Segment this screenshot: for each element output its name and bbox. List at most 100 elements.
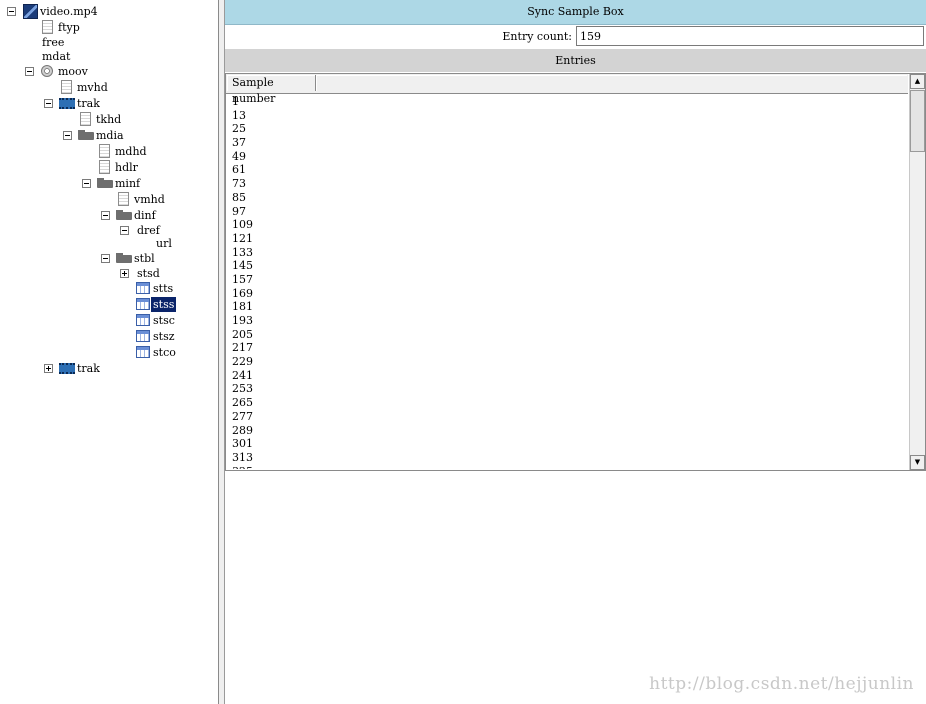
tree-node-label: mdhd (115, 145, 147, 158)
file-icon (42, 20, 53, 34)
tree-node-mdhd[interactable]: mdhd (99, 144, 209, 159)
table-row[interactable]: 169 (232, 287, 892, 301)
tree-node-ftyp[interactable]: ftyp (42, 20, 202, 35)
collapse-icon[interactable] (120, 226, 129, 235)
video-file-icon (23, 4, 38, 19)
box-tree-panel[interactable]: video.mp4 ftyp free mdat moov mvhd trak … (0, 0, 219, 704)
table-row[interactable]: 325 (232, 465, 892, 469)
table-row[interactable]: 49 (232, 150, 892, 164)
tree-node-label: trak (77, 97, 100, 110)
tree-node-vmhd[interactable]: vmhd (118, 192, 213, 207)
table-row[interactable]: 133 (232, 246, 892, 260)
scroll-thumb[interactable] (910, 90, 925, 152)
entries-header: Entries (225, 49, 926, 72)
tree-node-label: mvhd (77, 81, 108, 94)
table-row[interactable]: 301 (232, 437, 892, 451)
box-detail-panel: Sync Sample Box Entry count: Entries Sam… (225, 0, 926, 704)
tree-node-mdat[interactable]: mdat (40, 49, 200, 64)
folder-icon (116, 253, 132, 263)
tree-node-label: free (42, 36, 65, 49)
table-row[interactable]: 73 (232, 177, 892, 191)
tree-node-mvhd[interactable]: mvhd (61, 80, 211, 95)
table-row[interactable]: 193 (232, 314, 892, 328)
table-row[interactable]: 97 (232, 205, 892, 219)
tree-node-hdlr[interactable]: hdlr (99, 160, 209, 175)
tree-node-label: hdlr (115, 161, 138, 174)
table-icon (136, 330, 150, 342)
scroll-down-icon[interactable]: ▼ (910, 455, 925, 470)
table-row[interactable]: 205 (232, 328, 892, 342)
table-row[interactable]: 157 (232, 273, 892, 287)
table-row[interactable]: 253 (232, 382, 892, 396)
tree-node-moov[interactable]: moov (25, 64, 195, 79)
table-row[interactable]: 229 (232, 355, 892, 369)
collapse-icon[interactable] (82, 179, 91, 188)
tree-node-dinf[interactable]: dinf (101, 208, 211, 223)
table-row[interactable]: 61 (232, 163, 892, 177)
tree-node-url[interactable]: url (154, 236, 204, 251)
table-row[interactable]: 265 (232, 396, 892, 410)
tree-node-mdia[interactable]: mdia (63, 128, 213, 143)
tree-node-stco[interactable]: stco (136, 345, 206, 360)
collapse-icon[interactable] (63, 131, 72, 140)
expand-icon[interactable] (120, 269, 129, 278)
table-row[interactable]: 181 (232, 300, 892, 314)
tree-node-label: minf (115, 177, 141, 190)
folder-icon (97, 178, 113, 188)
table-row[interactable]: 145 (232, 259, 892, 273)
file-icon (99, 144, 110, 158)
table-row[interactable]: 13 (232, 109, 892, 123)
collapse-icon[interactable] (101, 254, 110, 263)
table-row[interactable]: 37 (232, 136, 892, 150)
entry-count-field[interactable] (576, 26, 924, 46)
table-row[interactable]: 313 (232, 451, 892, 465)
tree-node-label: dinf (134, 209, 156, 222)
table-row[interactable]: 1 (232, 95, 892, 109)
vertical-scrollbar[interactable]: ▲ ▼ (909, 74, 925, 470)
film-icon (59, 98, 75, 109)
tree-node-label: stbl (134, 252, 155, 265)
folder-icon (116, 210, 132, 220)
column-header-sample-number[interactable]: Sample number (227, 75, 316, 105)
disc-icon (41, 65, 53, 77)
table-row[interactable]: 241 (232, 369, 892, 383)
tree-node-label-selected: stss (151, 297, 177, 312)
tree-node-video-mp4[interactable]: video.mp4 (7, 4, 207, 19)
tree-node-label: stts (153, 282, 174, 295)
table-header: Sample number (226, 74, 908, 105)
tree-node-tkhd[interactable]: tkhd (80, 112, 210, 127)
expand-icon[interactable] (44, 364, 53, 373)
tree-node-minf[interactable]: minf (82, 176, 212, 191)
collapse-icon[interactable] (7, 7, 16, 16)
collapse-icon[interactable] (25, 67, 34, 76)
table-row[interactable]: 217 (232, 341, 892, 355)
file-icon (118, 192, 129, 206)
table-row[interactable]: 109 (232, 218, 892, 232)
tree-node-trak[interactable]: trak (44, 96, 204, 111)
tree-node-label: trak (77, 362, 100, 375)
tree-node-trak-2[interactable]: trak (44, 361, 204, 376)
scroll-up-icon[interactable]: ▲ (910, 74, 925, 89)
tree-node-stsd[interactable]: stsd (120, 266, 210, 281)
tree-node-stsz[interactable]: stsz (136, 329, 206, 344)
tree-node-stsc[interactable]: stsc (136, 313, 206, 328)
collapse-icon[interactable] (44, 99, 53, 108)
table-row[interactable]: 121 (232, 232, 892, 246)
tree-node-label: url (156, 237, 172, 250)
table-row[interactable]: 85 (232, 191, 892, 205)
table-row[interactable]: 25 (232, 122, 892, 136)
entries-table[interactable]: Sample number 1 13 25 37 49 61 73 85 97 109 121 133… (225, 73, 926, 471)
box-title: Sync Sample Box (225, 0, 926, 25)
tree-node-stbl[interactable]: stbl (101, 251, 211, 266)
entry-count-row: Entry count: (225, 26, 926, 48)
tree-node-stss[interactable]: stss (136, 297, 206, 312)
tree-node-stts[interactable]: stts (136, 281, 206, 296)
tree-node-label: moov (58, 65, 88, 78)
collapse-icon[interactable] (101, 211, 110, 220)
tree-node-label: stsz (153, 330, 175, 343)
tree-node-free[interactable]: free (40, 35, 200, 50)
tree-node-label: stco (153, 346, 176, 359)
table-row[interactable]: 289 (232, 424, 892, 438)
table-row[interactable]: 277 (232, 410, 892, 424)
film-icon (59, 363, 75, 374)
